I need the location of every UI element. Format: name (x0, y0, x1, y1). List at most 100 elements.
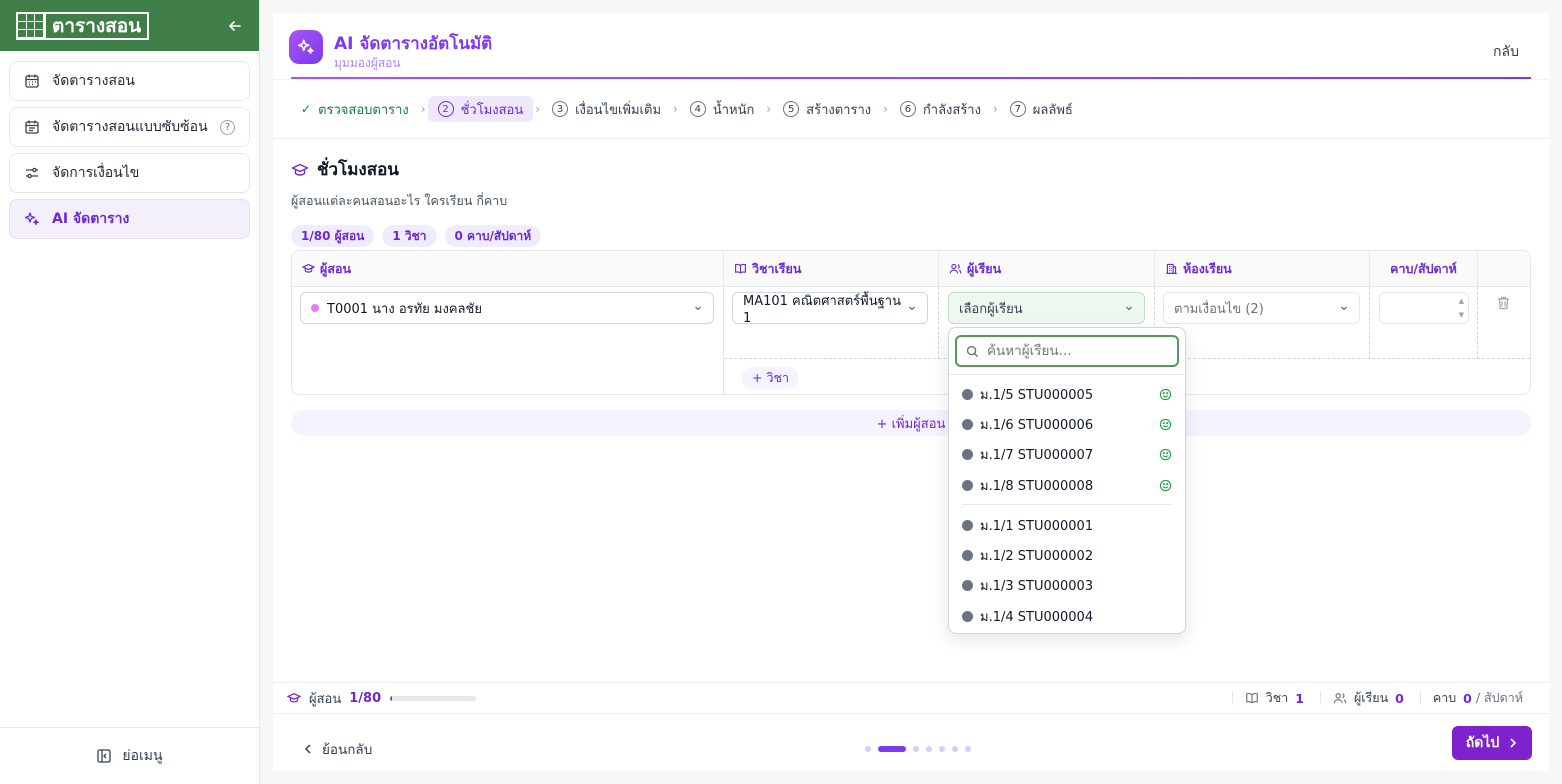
status-teacher-label: ผู้สอน (309, 691, 342, 707)
stat-students: ผู้เรียน 0 (1319, 690, 1420, 706)
student-option[interactable]: ม.1/3 STU000003 (949, 571, 1185, 601)
collapse-menu-label: ย่อเมนู (122, 748, 163, 764)
teaching-table: ผู้สอน วิชาเรียน ผู้เรียน ห้องเรียน คาบ/… (291, 250, 1531, 395)
page-dot (939, 745, 945, 752)
users-icon (949, 263, 962, 274)
page-header: AI จัดตารางอัตโนมัติ มุมมองผู้สอน กลับ (273, 13, 1549, 79)
status-dot (962, 550, 973, 562)
sidebar-item-complex-schedule[interactable]: จัดตารางสอนแบบซับซ้อน ? (9, 107, 250, 147)
sparkles-icon (289, 30, 323, 64)
check-icon: ✓ (301, 102, 312, 116)
periods-input[interactable]: ▲ ▼ (1379, 292, 1469, 324)
column-header-teacher: ผู้สอน (292, 251, 724, 286)
panel-left-icon (97, 749, 112, 763)
column-divider (1477, 287, 1478, 359)
status-dot (962, 610, 973, 622)
sidebar-header: ตารางสอน (0, 0, 259, 51)
student-option[interactable]: ม.1/6 STU000006 (949, 409, 1185, 439)
add-subject-button[interactable]: + วิชา (742, 367, 799, 389)
step-check-schedule[interactable]: ✓ ตรวจสอบตาราง (291, 96, 419, 122)
room-select[interactable]: ตามเงื่อนไข (2) (1163, 292, 1360, 324)
step-extra-conditions[interactable]: 3 เงื่อนไขเพิ่มเติม (542, 96, 671, 122)
column-divider (723, 287, 724, 394)
subject-select[interactable]: MA101 คณิตศาสตร์พื้นฐาน 1 (732, 292, 928, 326)
back-button[interactable]: กลับ (1493, 41, 1519, 63)
step-label: ตรวจสอบตาราง (318, 102, 409, 118)
student-option[interactable]: ม.1/7 STU000007 (949, 440, 1185, 470)
step-number: 7 (1009, 101, 1026, 117)
status-stats: วิชา 1 ผู้เรียน 0 คาบ 0 / สัปดาห์ (1231, 683, 1535, 713)
section-description: ผู้สอนแต่ละคนสอนอะไร ใครเรียน กี่คาบ (291, 193, 508, 208)
column-header-subject: วิชาเรียน (724, 251, 939, 286)
page-subtitle: มุมมองผู้สอน (334, 56, 401, 70)
status-dot (962, 388, 973, 400)
status-bar: ผู้สอน 1/80 วิชา 1 ผู้เรียน 0 คาบ 0 / สั… (273, 682, 1549, 714)
smile-icon (1159, 479, 1172, 491)
teaching-hours-section: ชั่วโมงสอน ผู้สอนแต่ละคนสอนอะไร ใครเรียน… (291, 156, 1531, 247)
column-divider (1369, 287, 1370, 359)
collapse-menu-button[interactable]: ย่อเมนู (0, 727, 259, 784)
sidebar-item-label: AI จัดตาราง (52, 211, 130, 227)
previous-button[interactable]: ย้อนกลับ (303, 738, 372, 760)
step-create-schedule[interactable]: 5 สร้างตาราง (773, 96, 881, 122)
status-dot (962, 519, 973, 531)
chevron-down-icon (693, 303, 703, 313)
status-dot (962, 479, 973, 491)
stepper: ✓ ตรวจสอบตาราง › 2 ชั่วโมงสอน › 3 เงื่อน… (273, 79, 1549, 139)
trash-icon[interactable] (1497, 296, 1510, 310)
chevron-right-icon: › (883, 102, 888, 116)
step-results[interactable]: 7 ผลลัพธ์ (1000, 96, 1083, 122)
step-number: 6 (899, 101, 916, 117)
step-number: 4 (689, 101, 706, 117)
step-number: 2 (437, 101, 454, 117)
sidebar-item-schedule[interactable]: จัดตารางสอน (9, 61, 250, 101)
sidebar-nav: จัดตารางสอน จัดตารางสอนแบบซับซ้อน ? จัดก… (0, 51, 259, 255)
stepper-up-icon[interactable]: ▲ (1459, 297, 1464, 305)
add-teacher-button[interactable]: + เพิ่มผู้สอน (291, 410, 1531, 436)
page-dot (965, 745, 971, 752)
chevron-right-icon (1508, 737, 1518, 749)
book-open-icon (1245, 693, 1258, 704)
graduation-cap-icon (302, 263, 315, 273)
arrow-left-icon[interactable] (227, 18, 243, 34)
sidebar: ตารางสอน จัดตารางสอน จัดตารางสอนแบบซับซ้… (0, 0, 260, 784)
page-dot (865, 745, 871, 752)
student-option[interactable]: ม.1/1 STU000001 (949, 510, 1185, 540)
step-weights[interactable]: 4 น้ำหนัก (680, 96, 765, 122)
main-panel: AI จัดตารางอัตโนมัติ มุมมองผู้สอน กลับ ✓… (273, 13, 1549, 771)
help-icon[interactable]: ? (220, 119, 235, 135)
sidebar-item-constraints[interactable]: จัดการเงื่อนไข (9, 153, 250, 193)
room-select-value: ตามเงื่อนไข (2) (1174, 301, 1264, 317)
book-open-icon (735, 263, 746, 274)
student-search-input[interactable] (987, 343, 1167, 359)
sidebar-item-label: จัดตารางสอนแบบซับซ้อน (52, 119, 208, 135)
step-teaching-hours[interactable]: 2 ชั่วโมงสอน (427, 96, 534, 122)
app-logo[interactable]: ตารางสอน (16, 11, 150, 40)
chevron-down-icon (1339, 303, 1349, 313)
step-label: เงื่อนไขเพิ่มเติม (575, 102, 662, 118)
student-option[interactable]: ม.1/5 STU000005 (949, 379, 1185, 409)
next-button[interactable]: ถัดไป (1452, 726, 1532, 760)
sidebar-item-label: จัดตารางสอน (52, 73, 135, 89)
stepper-down-icon[interactable]: ▼ (1459, 311, 1464, 319)
students-select-value: เลือกผู้เรียน (959, 301, 1023, 317)
step-label: ชั่วโมงสอน (460, 102, 524, 118)
summary-chips: 1/80 ผู้สอน 1 วิชา 0 คาบ/สัปดาห์ (291, 225, 1531, 247)
section-title: ชั่วโมงสอน (291, 156, 1531, 183)
teacher-select-value: T0001 นาง อรทัย มงคลชัย (327, 301, 482, 317)
grid-icon (18, 13, 46, 38)
chevron-down-icon (1124, 303, 1134, 313)
page-dot (878, 745, 906, 752)
students-dropdown: ม.1/5 STU000005 ม.1/6 STU000006 ม.1/7 ST… (948, 327, 1186, 634)
student-option[interactable]: ม.1/8 STU000008 (949, 470, 1185, 500)
step-number: 3 (552, 101, 569, 117)
column-header-room: ห้องเรียน (1155, 251, 1370, 286)
sidebar-item-label: จัดการเงื่อนไข (52, 165, 140, 181)
search-icon (966, 345, 979, 357)
teacher-select[interactable]: T0001 นาง อรทัย มงคลชัย (300, 292, 714, 324)
students-select[interactable]: เลือกผู้เรียน (948, 292, 1145, 324)
step-generating[interactable]: 6 กำลังสร้าง (890, 96, 991, 122)
student-option[interactable]: ม.1/4 STU000004 (949, 601, 1185, 631)
student-option[interactable]: ม.1/2 STU000002 (949, 540, 1185, 570)
sidebar-item-ai-schedule[interactable]: AI จัดตาราง (9, 199, 250, 239)
